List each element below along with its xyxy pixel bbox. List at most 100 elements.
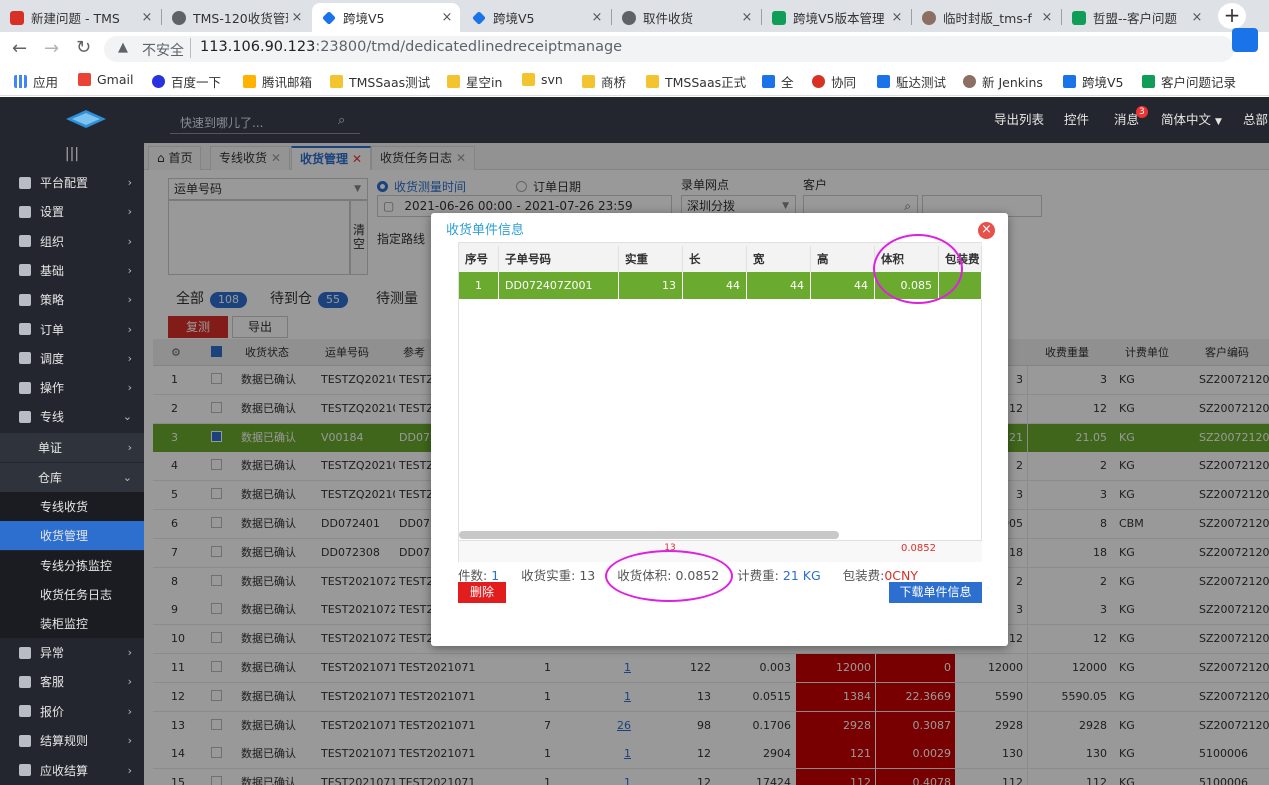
sidebar-item[interactable]: 设置 › <box>0 197 144 226</box>
tab-favicon-icon <box>622 10 636 25</box>
delete-button[interactable]: 删除 <box>458 582 506 603</box>
finance-icon <box>19 764 31 777</box>
summary-value: 0CNY <box>884 568 919 583</box>
browser-tab[interactable]: 新建问题 - TMS × <box>0 3 160 32</box>
bookmark-folder[interactable]: svn <box>522 72 563 87</box>
tab-favicon-icon <box>1072 10 1086 25</box>
chevron-icon: › <box>127 704 132 718</box>
bookmark-folder[interactable]: 星空in <box>447 72 502 91</box>
tab-favicon-icon <box>10 10 24 25</box>
bookmark-item[interactable]: 駈达测试 <box>877 72 946 91</box>
hq-link[interactable]: 总部 <box>1243 110 1268 130</box>
close-tab-icon[interactable]: × <box>1038 10 1056 25</box>
bookmark-item[interactable]: 新 Jenkins <box>963 72 1043 91</box>
browser-tab[interactable]: 哲盟--客户问题 × <box>1062 3 1210 32</box>
monitor-icon <box>19 176 31 189</box>
site-icon <box>812 75 825 88</box>
order-icon <box>19 323 31 335</box>
bookmark-item[interactable]: 跨境V5 <box>1063 72 1124 91</box>
sidebar-item[interactable]: 组织 › <box>0 227 144 256</box>
sidebar-subitem[interactable]: 单证 › <box>0 433 144 462</box>
warning-icon[interactable]: ▲ <box>118 40 128 55</box>
summary-value: 1 <box>491 568 500 583</box>
chevron-icon: › <box>127 763 132 777</box>
bookmark-folder[interactable]: TMSSaas测试 <box>330 72 430 91</box>
modal-col-header: 子单号码 <box>499 246 619 272</box>
annotation-circle <box>605 550 733 602</box>
sidebar-item[interactable]: 异常 › <box>0 638 144 667</box>
line-icon <box>19 410 31 423</box>
export-list-link[interactable]: 导出列表 <box>994 110 1044 130</box>
annotation-circle <box>873 234 963 304</box>
sidebar-leaf-item[interactable]: 专线收货 <box>0 492 144 521</box>
bookmark-folder[interactable]: 商桥 <box>582 72 626 91</box>
controls-link[interactable]: 控件 <box>1064 110 1089 130</box>
back-arrow-icon[interactable]: ← <box>12 38 27 59</box>
sidebar-leaf-item[interactable]: 收货管理 <box>0 521 144 551</box>
sidebar-item[interactable]: 订单 › <box>0 315 144 344</box>
bookmark-item[interactable]: 协同 <box>812 72 856 91</box>
sidebar-item[interactable]: 基础 › <box>0 256 144 285</box>
browser-tab[interactable]: 跨境V5 × <box>462 3 610 32</box>
sidebar-item[interactable]: 操作 › <box>0 373 144 402</box>
summary-value: 13 <box>579 568 596 583</box>
reload-icon[interactable]: ↻ <box>76 37 91 58</box>
bookmark-qqmail[interactable]: 腾讯邮箱 <box>243 72 312 91</box>
bookmark-gmail[interactable]: Gmail <box>78 72 133 87</box>
browser-tab[interactable]: 临时封版_tms-f × <box>912 3 1060 32</box>
browser-tab[interactable]: TMS-120收货管理 × <box>162 3 310 32</box>
close-icon[interactable]: × <box>978 222 995 239</box>
forward-arrow-icon[interactable]: → <box>44 38 59 59</box>
sidebar-subitem[interactable]: 仓库 ⌄ <box>0 462 144 492</box>
sidebar-item[interactable]: 报价 › <box>0 697 144 726</box>
modal-cell: 44 <box>683 272 747 299</box>
strategy-icon <box>19 293 31 306</box>
browser-tab-active[interactable]: 跨境V5 × <box>312 3 460 32</box>
bookmark-item[interactable]: 客户问题记录 <box>1142 72 1236 91</box>
summary-label: 包装费: <box>842 568 885 583</box>
tab-favicon-icon <box>172 10 186 25</box>
sidebar-item[interactable]: 应收结算 › <box>0 756 144 785</box>
download-piece-info-button[interactable]: 下载单件信息 <box>889 582 982 603</box>
language-selector[interactable]: 简体中文 ▼ <box>1161 110 1222 132</box>
close-tab-icon[interactable]: × <box>1188 10 1206 25</box>
bookmark-folder[interactable]: TMSSaas正式 <box>646 72 746 91</box>
horizontal-scrollbar[interactable] <box>459 531 839 539</box>
mail-icon <box>243 75 256 88</box>
sidebar-item[interactable]: 客服 › <box>0 667 144 696</box>
summary-value: 21 KG <box>782 568 821 583</box>
sidebar-leaf-item[interactable]: 收货任务日志 <box>0 579 144 609</box>
bookmark-baidu[interactable]: 百度一下 <box>152 72 221 91</box>
quick-search-input[interactable]: 快速到哪儿了... <box>170 110 360 134</box>
close-tab-icon[interactable]: × <box>738 10 756 25</box>
browser-tab[interactable]: 跨境V5版本管理 × <box>762 3 910 32</box>
sidebar-item[interactable]: 调度 › <box>0 344 144 373</box>
sidebar-item[interactable]: 专线 ⌄ <box>0 402 144 431</box>
close-tab-icon[interactable]: × <box>288 10 306 25</box>
insecure-label: 不安全 <box>142 43 184 59</box>
menu-label: 组织 <box>40 234 65 249</box>
browser-tab[interactable]: 取件收货 × <box>612 3 760 32</box>
menu-label: 设置 <box>40 205 65 220</box>
close-tab-icon[interactable]: × <box>438 10 456 25</box>
url-text[interactable]: 113.106.90.123:23800/tmd/dedicatedlinedr… <box>200 39 622 55</box>
menu-toggle-icon[interactable]: ||| <box>0 143 144 165</box>
sheet-icon <box>1142 75 1155 88</box>
sidebar-item[interactable]: 平台配置 › <box>0 168 144 197</box>
close-tab-icon[interactable]: × <box>138 10 156 25</box>
search-icon[interactable]: ⌕ <box>338 113 345 128</box>
sidebar-item[interactable]: 结算规则 › <box>0 726 144 755</box>
sidebar-leaf-item[interactable]: 装柜监控 <box>0 609 144 639</box>
close-tab-icon[interactable]: × <box>588 10 606 25</box>
messages-link[interactable]: 消息 3 <box>1114 106 1148 130</box>
bookmark-item[interactable]: 全 <box>762 72 794 91</box>
caret-down-icon: ▼ <box>1215 117 1222 127</box>
sidebar-item[interactable]: 策略 › <box>0 285 144 314</box>
new-tab-button[interactable]: + <box>1218 3 1246 29</box>
extension-cloud-icon[interactable] <box>1232 28 1258 52</box>
menu-label: 基础 <box>40 263 65 278</box>
sidebar-leaf-item[interactable]: 专线分拣监控 <box>0 550 144 580</box>
tab-favicon-icon <box>472 10 486 25</box>
close-tab-icon[interactable]: × <box>888 10 906 25</box>
bookmark-apps[interactable]: 应用 <box>14 72 58 91</box>
